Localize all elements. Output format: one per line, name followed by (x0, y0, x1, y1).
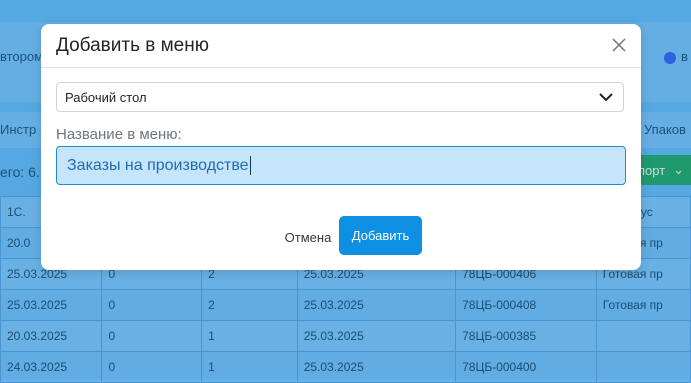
text-caret (249, 156, 251, 175)
select-value: Рабочий стол (65, 89, 147, 105)
add-button[interactable]: Добавить (339, 216, 422, 255)
menu-name-value: Заказы на производстве (67, 156, 249, 174)
dialog-header: Добавить в меню (41, 24, 641, 68)
chevron-down-icon (599, 93, 613, 102)
menu-name-label: Название в меню: (56, 126, 182, 143)
add-to-menu-dialog: Добавить в меню Рабочий стол Название в … (41, 24, 641, 270)
close-icon[interactable] (611, 37, 627, 53)
dialog-title: Добавить в меню (56, 35, 209, 56)
menu-name-input[interactable]: Заказы на производстве (56, 146, 626, 185)
menu-location-select[interactable]: Рабочий стол (56, 82, 624, 112)
